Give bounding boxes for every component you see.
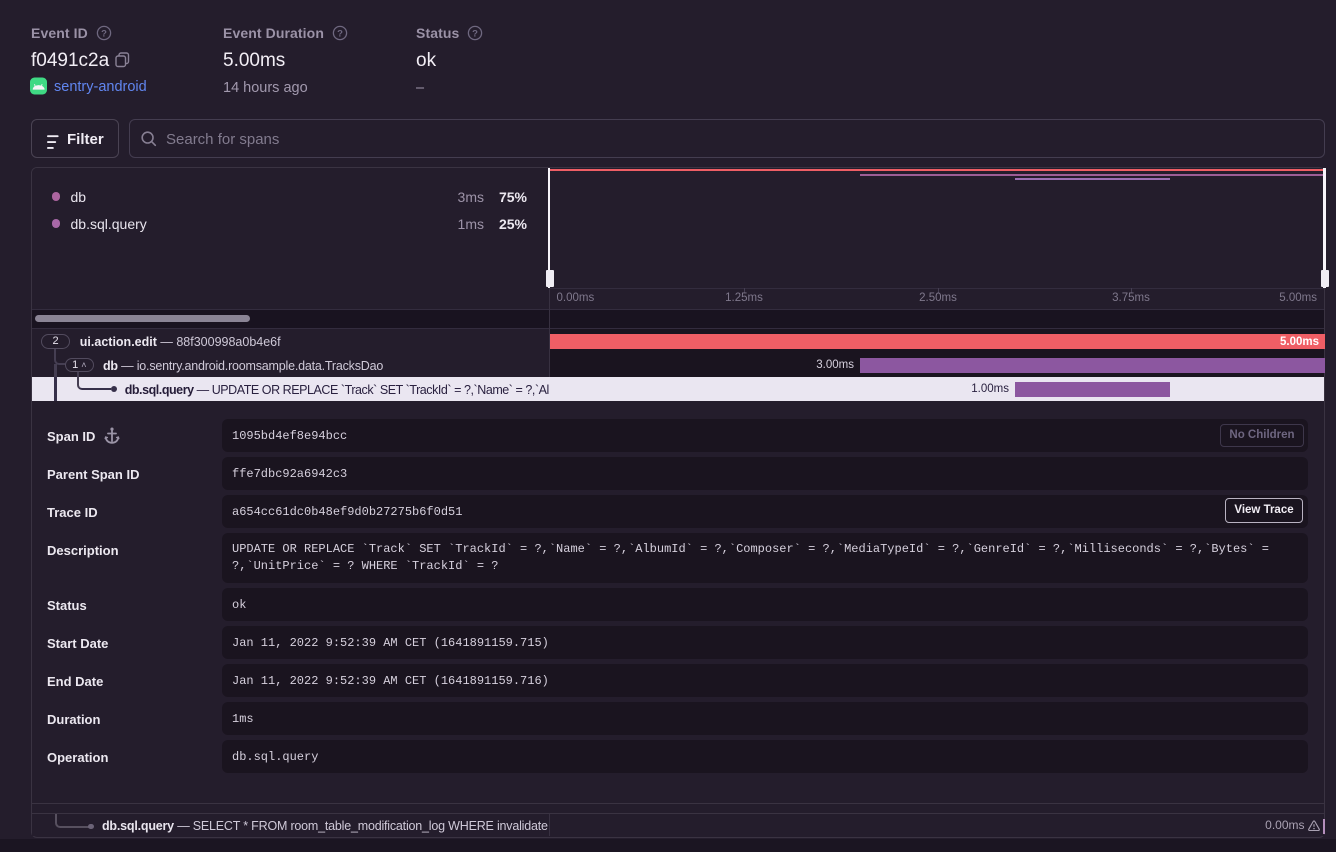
svg-text:?: ? (472, 28, 478, 39)
svg-text:?: ? (337, 28, 343, 39)
svg-text:?: ? (101, 28, 107, 39)
